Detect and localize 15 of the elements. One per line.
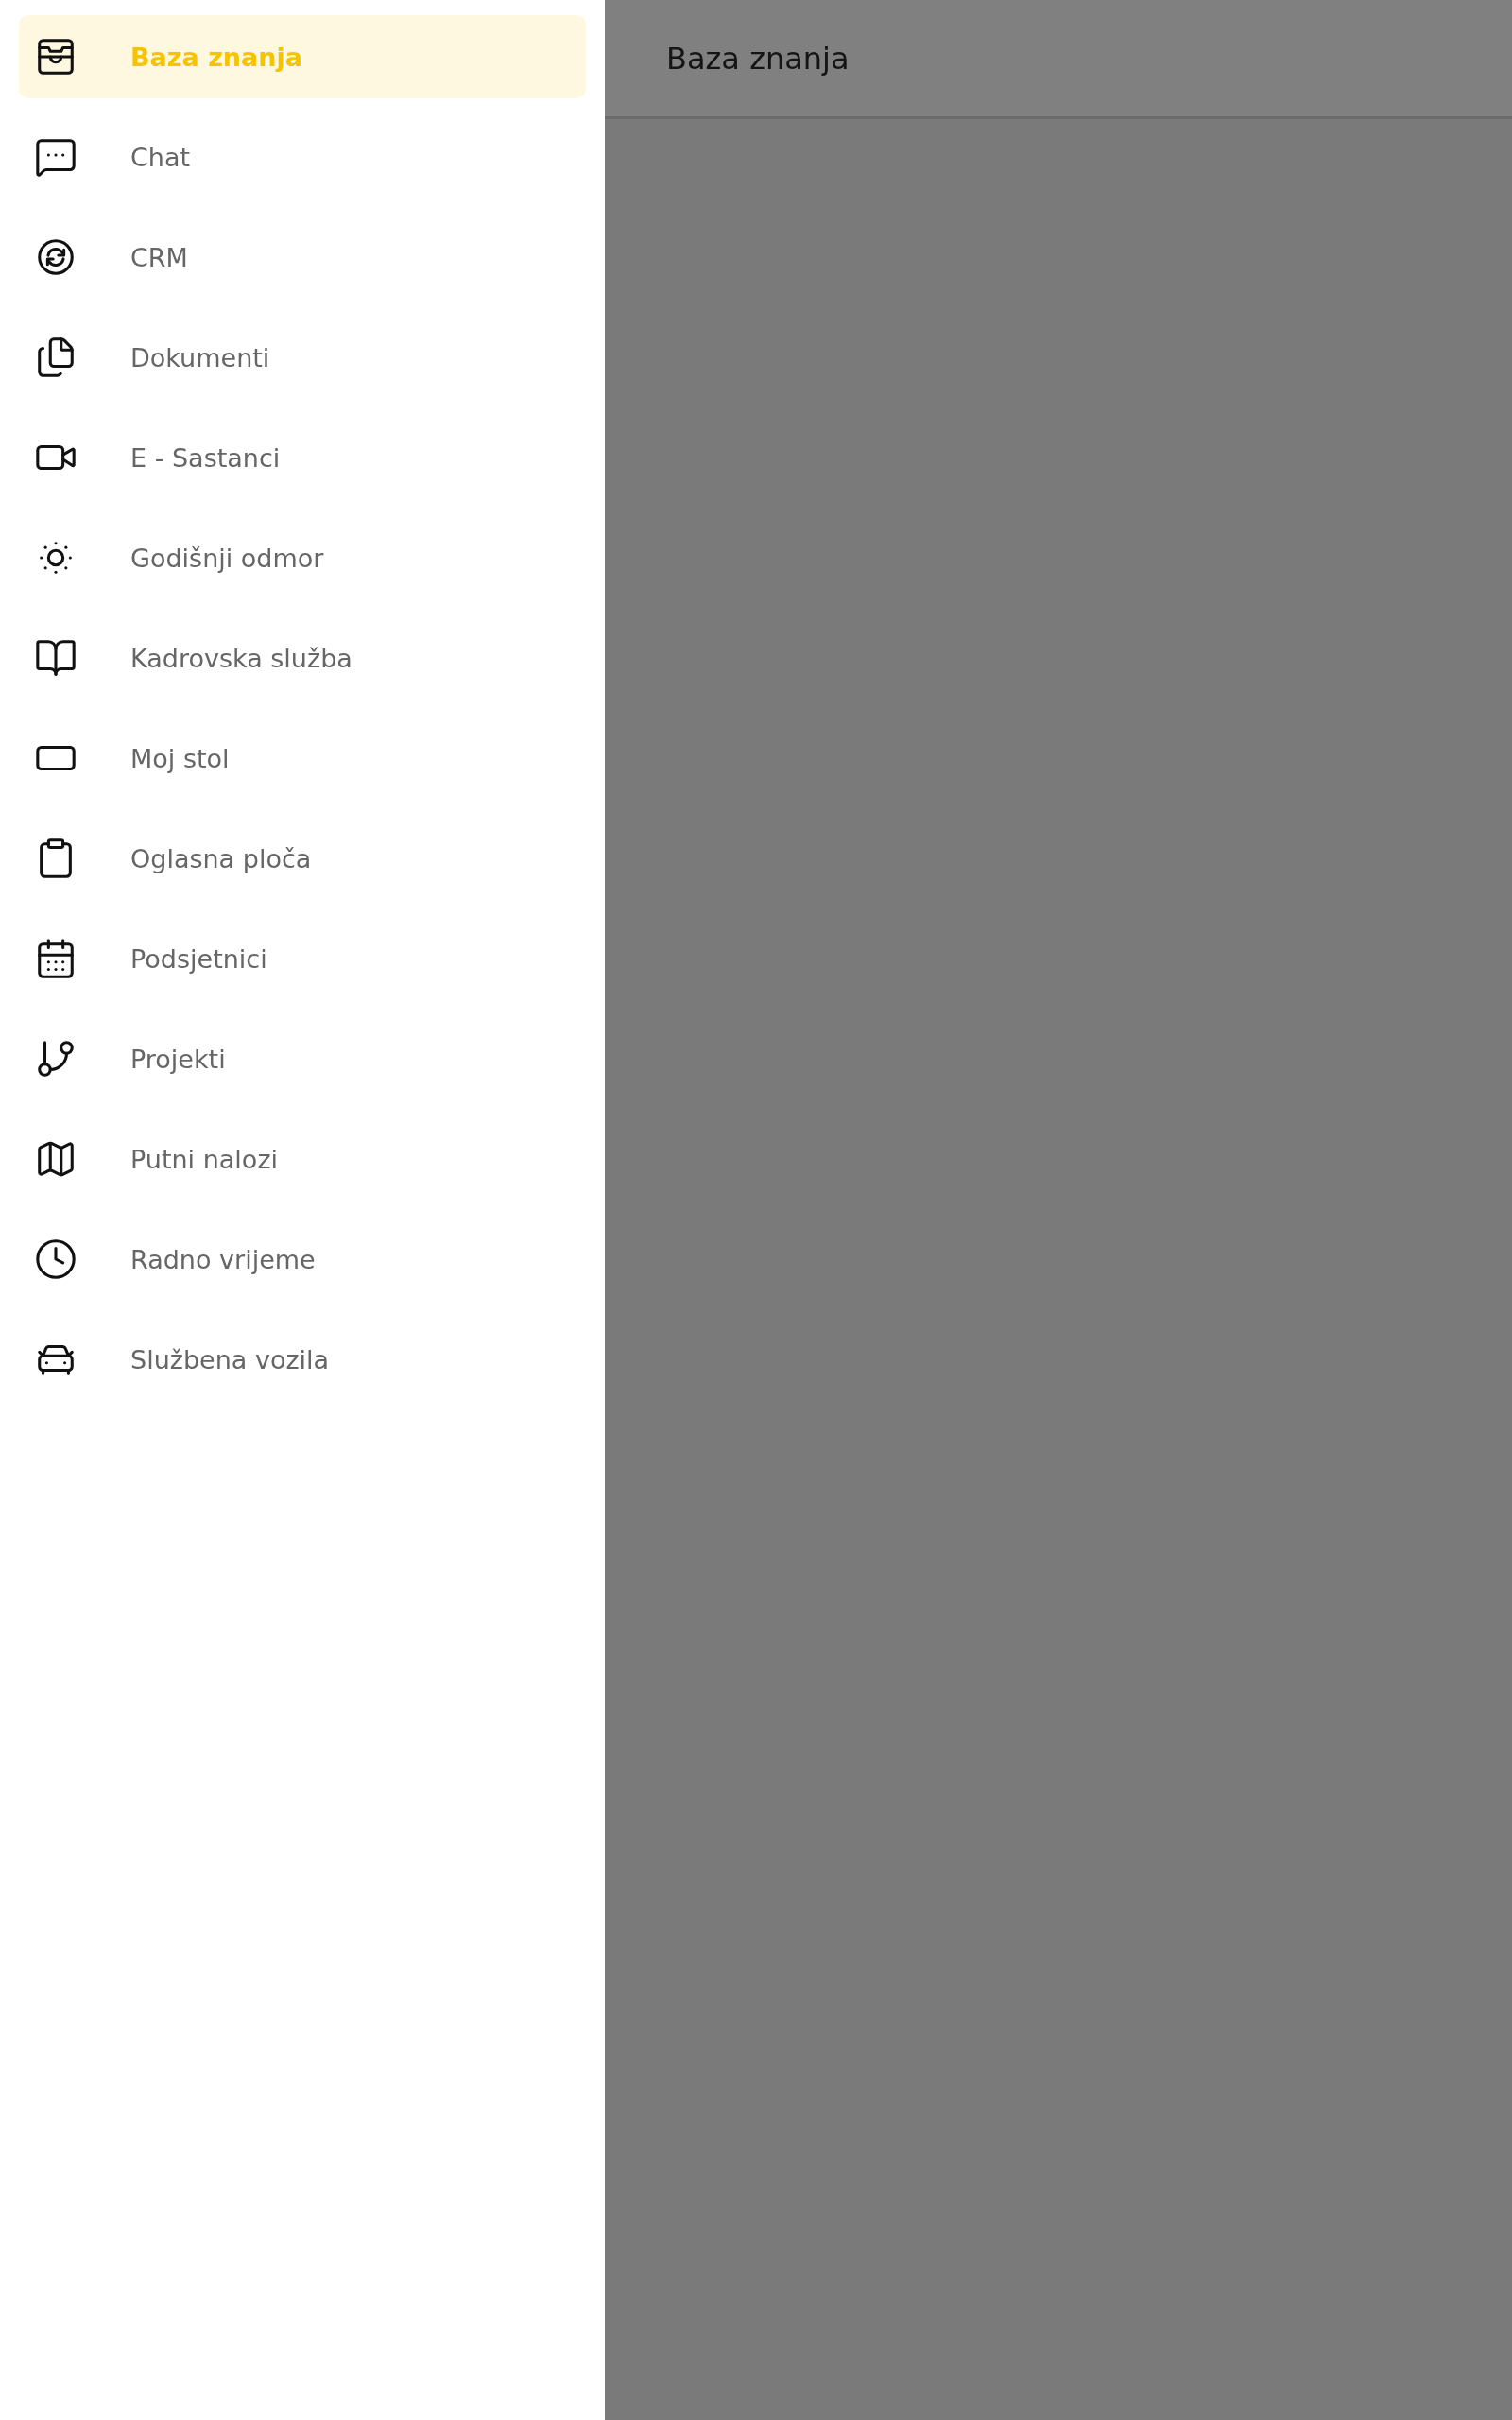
sidebar-item[interactable]: Službena vozila xyxy=(19,1318,586,1401)
sidebar-item[interactable]: Radno vrijeme xyxy=(19,1218,586,1301)
sidebar-item[interactable]: Moj stol xyxy=(19,717,586,800)
sidebar-item[interactable]: Godišnji odmor xyxy=(19,516,586,599)
sidebar-item[interactable]: Dokumenti xyxy=(19,316,586,399)
sidebar-item[interactable]: Oglasna ploča xyxy=(19,817,586,900)
clock-icon xyxy=(34,1237,77,1281)
sidebar-item[interactable]: Putni nalozi xyxy=(19,1117,586,1201)
sidebar-item[interactable]: Podsjetnici xyxy=(19,917,586,1000)
page-title: Baza znanja xyxy=(666,40,850,77)
sidebar-item[interactable]: Projekti xyxy=(19,1017,586,1100)
sidebar-item[interactable]: CRM xyxy=(19,216,586,299)
sidebar-item[interactable]: Chat xyxy=(19,115,586,199)
sidebar-item[interactable]: E - Sastanci xyxy=(19,416,586,499)
sidebar-item[interactable]: Kadrovska služba xyxy=(19,616,586,700)
